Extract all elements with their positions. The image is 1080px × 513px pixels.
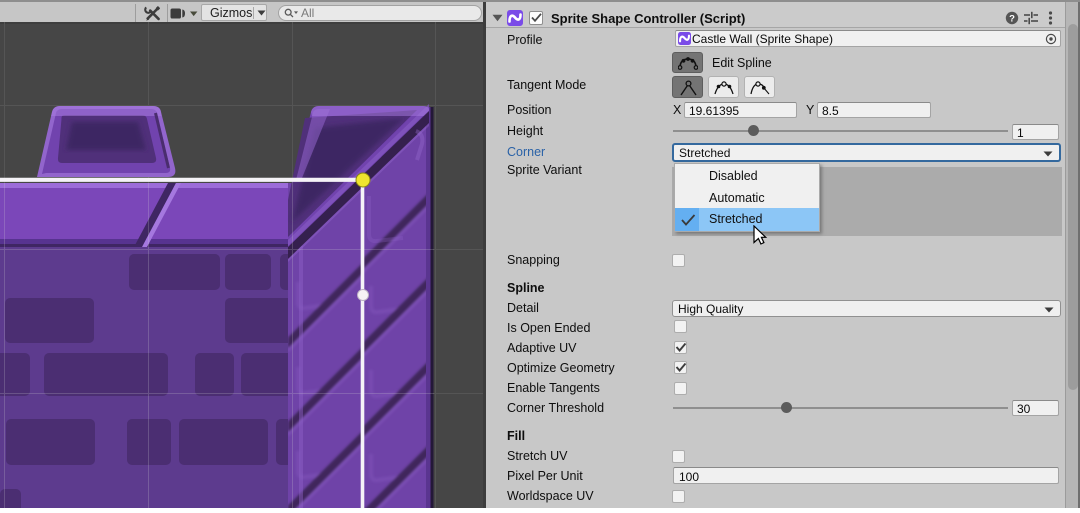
svg-text:?: ? bbox=[1009, 14, 1015, 25]
